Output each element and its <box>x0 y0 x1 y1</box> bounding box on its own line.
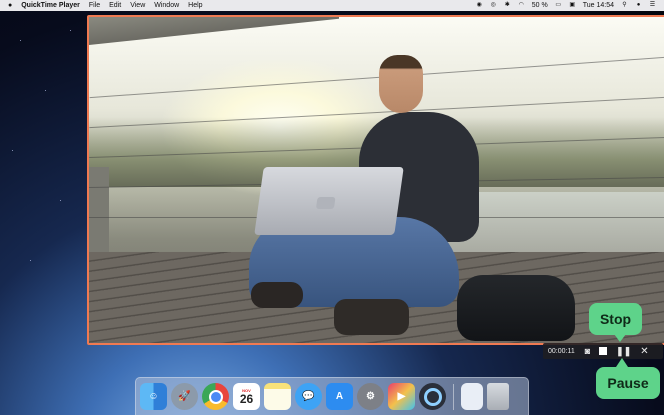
input-source-icon[interactable]: ▣ <box>569 2 576 9</box>
spotlight-search-icon[interactable]: ⚲ <box>621 2 628 9</box>
star <box>20 40 21 41</box>
video-player[interactable] <box>87 15 664 345</box>
pause-callout-pointer <box>616 358 628 367</box>
screen-record-icon[interactable]: ◉ <box>476 2 483 9</box>
notes-icon[interactable] <box>264 383 291 410</box>
shoe <box>251 282 303 308</box>
user-icon[interactable]: ● <box>635 2 642 9</box>
app-store-icon[interactable]: A <box>326 383 353 410</box>
document-icon[interactable] <box>461 383 483 410</box>
movavi-icon[interactable]: ▶ <box>388 383 415 410</box>
person-head <box>379 55 423 113</box>
desktop: { "menubar": { "apple": "\uf8ff", "app_n… <box>0 0 664 415</box>
laptop <box>254 167 404 235</box>
stop-callout: Stop <box>589 303 642 335</box>
star <box>12 150 13 151</box>
notification-center-icon[interactable]: ☰ <box>649 2 656 9</box>
dock: ☺ 🚀 NOV 26 💬 A ⚙ ▶ <box>135 377 529 415</box>
menu-file[interactable]: File <box>89 2 100 9</box>
calendar-icon[interactable]: NOV 26 <box>233 383 260 410</box>
app-menu[interactable]: QuickTime Player <box>21 2 80 9</box>
stop-button[interactable] <box>599 347 608 355</box>
railing-beam <box>89 17 339 45</box>
pause-callout: Pause <box>596 367 660 399</box>
quicktime-icon[interactable] <box>419 383 446 410</box>
trash-icon[interactable] <box>487 383 509 410</box>
menu-help[interactable]: Help <box>188 2 202 9</box>
apple-menu-icon[interactable]: ● <box>8 2 12 9</box>
menu-bar: ● QuickTime Player File Edit View Window… <box>0 0 664 11</box>
star <box>30 260 31 261</box>
camera-icon[interactable]: ◙ <box>585 346 590 356</box>
dock-separator <box>453 383 454 410</box>
calendar-day: 26 <box>239 391 254 406</box>
menu-view[interactable]: View <box>130 2 145 9</box>
launchpad-icon[interactable]: 🚀 <box>171 383 198 410</box>
railing-post <box>89 167 109 257</box>
menu-edit[interactable]: Edit <box>109 2 121 9</box>
bluetooth-icon[interactable]: ✱ <box>504 2 511 9</box>
finder-icon[interactable]: ☺ <box>140 383 167 410</box>
clock[interactable]: Tue 14:54 <box>583 2 614 9</box>
laptop-logo <box>315 197 336 209</box>
recording-timer: 00:00:11 <box>548 347 575 355</box>
chrome-icon[interactable] <box>202 383 229 410</box>
stop-callout-pointer <box>614 334 626 342</box>
wifi-icon[interactable]: ◠ <box>518 2 525 9</box>
star <box>70 30 71 31</box>
pause-button[interactable]: ❚❚ <box>616 346 631 357</box>
star <box>45 90 46 91</box>
backpack <box>457 275 575 341</box>
battery-percent[interactable]: 50 % <box>532 2 548 9</box>
shoe <box>334 299 409 335</box>
system-preferences-icon[interactable]: ⚙ <box>357 383 384 410</box>
menu-window[interactable]: Window <box>154 2 179 9</box>
messages-icon[interactable]: 💬 <box>295 383 322 410</box>
battery-icon[interactable]: ▭ <box>555 2 562 9</box>
close-icon[interactable]: ✕ <box>640 346 648 357</box>
extension-icon[interactable]: ◎ <box>490 2 497 9</box>
star <box>60 200 61 201</box>
recording-control-bar: 00:00:11 ◙ ❚❚ ✕ <box>543 343 663 359</box>
